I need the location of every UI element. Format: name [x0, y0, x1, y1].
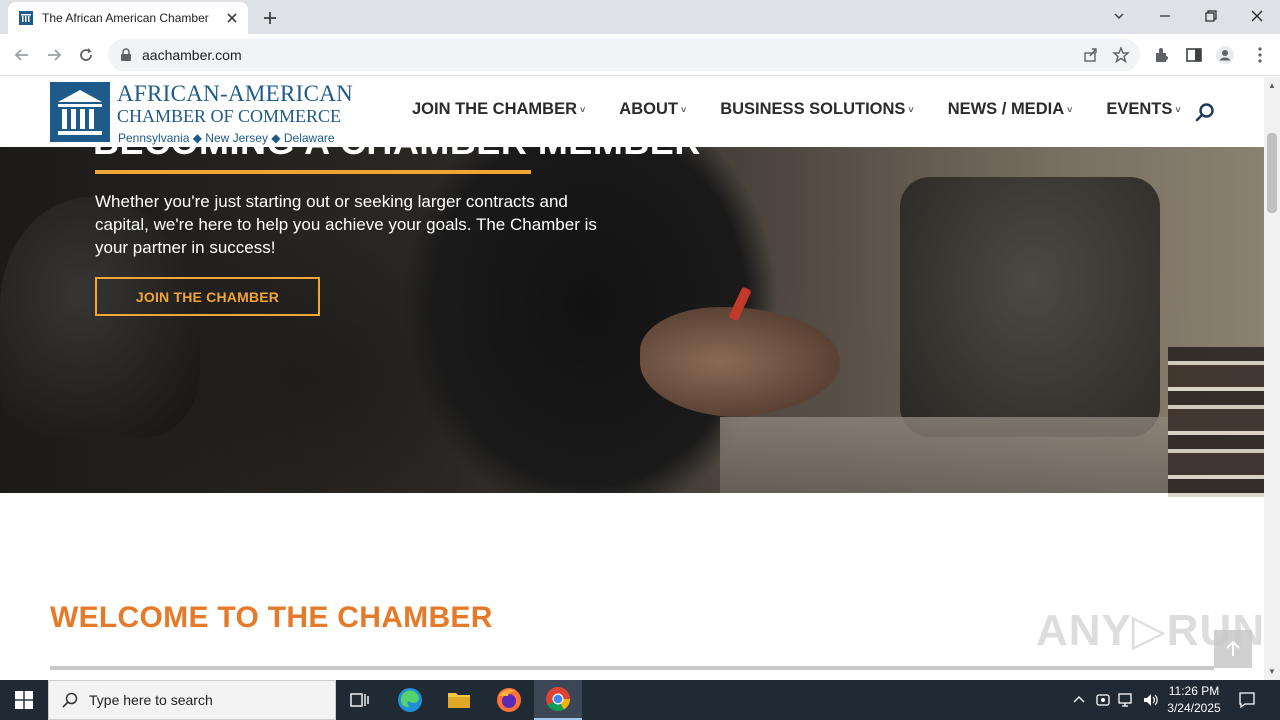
volume-icon[interactable]	[1142, 692, 1160, 708]
tab-search-icon[interactable]	[1105, 4, 1133, 28]
page-scrollbar[interactable]: ▲ ▼	[1264, 77, 1280, 680]
site-search-icon[interactable]	[1194, 102, 1216, 124]
bookmark-star-icon[interactable]	[1112, 46, 1130, 64]
edge-taskbar-button[interactable]	[386, 680, 434, 720]
welcome-divider	[50, 666, 1214, 670]
task-view-button[interactable]	[336, 680, 384, 720]
hero-photo-hands	[640, 307, 840, 417]
nav-label: BUSINESS SOLUTIONS	[720, 100, 906, 118]
nav-label: JOIN THE CHAMBER	[412, 100, 578, 118]
window-close-icon[interactable]	[1243, 4, 1271, 28]
scroll-to-top-button[interactable]	[1214, 630, 1252, 668]
main-navigation: JOIN THE CHAMBER ˅ ABOUT ˅ BUSINESS SOLUTI…	[412, 100, 1181, 119]
firefox-taskbar-button[interactable]	[485, 680, 533, 720]
chevron-down-icon: ˅	[908, 104, 914, 115]
join-chamber-button[interactable]: JOIN THE CHAMBER	[95, 277, 320, 316]
chevron-down-icon: ˅	[580, 104, 586, 115]
arrow-up-icon	[1226, 640, 1240, 656]
profile-avatar-icon[interactable]	[1215, 45, 1235, 65]
tab-close-icon[interactable]	[224, 10, 240, 26]
back-icon[interactable]	[12, 45, 32, 65]
browser-tab[interactable]: The African American Chamber	[8, 2, 248, 34]
restore-icon[interactable]	[1197, 4, 1225, 28]
tab-title: The African American Chamber	[42, 11, 209, 25]
hero-photo-books	[1168, 347, 1264, 497]
search-icon	[62, 692, 78, 708]
site-favicon-icon	[19, 11, 33, 25]
chevron-down-icon: ˅	[1175, 104, 1181, 115]
chamber-building-icon	[50, 82, 110, 142]
browser-toolbar: aachamber.com	[0, 34, 1280, 76]
nav-label: EVENTS	[1106, 100, 1173, 118]
taskbar-clock[interactable]: 11:26 PM 3/24/2025	[1162, 683, 1226, 717]
minimize-icon[interactable]	[1151, 4, 1179, 28]
nav-events[interactable]: EVENTS ˅	[1106, 100, 1180, 119]
nav-news-media[interactable]: NEWS / MEDIA ˅	[948, 100, 1073, 119]
site-logo[interactable]: AFRICAN-AMERICAN CHAMBER OF COMMERCE Pen…	[50, 81, 370, 145]
folder-icon	[448, 693, 470, 708]
chrome-icon	[546, 687, 570, 712]
scrollbar-thumb[interactable]	[1267, 133, 1277, 213]
file-explorer-taskbar-button[interactable]	[435, 680, 483, 720]
forward-icon[interactable]	[44, 45, 64, 65]
reload-icon[interactable]	[76, 45, 96, 65]
notifications-icon[interactable]	[1238, 691, 1256, 709]
hero-photo-sofa	[900, 177, 1160, 437]
scroll-up-arrow-icon[interactable]: ▲	[1268, 81, 1276, 90]
clock-time: 11:26 PM	[1168, 684, 1220, 698]
share-icon[interactable]	[1082, 46, 1100, 64]
address-bar[interactable]: aachamber.com	[108, 39, 1140, 71]
scroll-down-arrow-icon[interactable]: ▼	[1268, 667, 1276, 676]
start-button[interactable]	[0, 680, 48, 720]
logo-states: Pennsylvania ◆ New Jersey ◆ Delaware	[118, 131, 335, 145]
nav-label: ABOUT	[619, 100, 678, 118]
logo-line-2: CHAMBER OF COMMERCE	[117, 106, 342, 126]
firefox-icon	[497, 688, 521, 712]
site-header: AFRICAN-AMERICAN CHAMBER OF COMMERCE Pen…	[0, 77, 1264, 147]
extensions-icon[interactable]	[1152, 45, 1172, 65]
chevron-down-icon: ˅	[680, 104, 687, 115]
lock-icon[interactable]	[120, 48, 132, 62]
meet-now-icon[interactable]	[1095, 692, 1111, 708]
hero-description: Whether you're just starting out or seek…	[95, 192, 597, 257]
url-text[interactable]: aachamber.com	[142, 47, 242, 63]
windows-taskbar: Type here to search 11:26 PM 3/24/2025	[0, 680, 1280, 720]
task-view-icon	[350, 693, 369, 707]
edge-icon	[398, 688, 422, 712]
new-tab-icon[interactable]	[260, 8, 280, 28]
chevron-down-icon: ˅	[1067, 104, 1073, 115]
nav-join-the-chamber[interactable]: JOIN THE CHAMBER ˅	[412, 100, 585, 119]
logo-line-1: AFRICAN-AMERICAN	[117, 81, 354, 106]
nav-label: NEWS / MEDIA	[947, 100, 1065, 118]
side-panel-icon[interactable]	[1184, 45, 1204, 65]
network-icon[interactable]	[1118, 692, 1136, 708]
nav-business-solutions[interactable]: BUSINESS SOLUTIONS ˅	[720, 100, 913, 119]
browser-menu-icon[interactable]	[1250, 45, 1270, 65]
tray-overflow-chevron-icon[interactable]	[1072, 693, 1086, 707]
taskbar-search-placeholder: Type here to search	[89, 692, 213, 708]
nav-about[interactable]: ABOUT ˅	[619, 100, 686, 119]
chrome-taskbar-button[interactable]	[534, 680, 582, 720]
clock-date: 3/24/2025	[1167, 701, 1221, 715]
browser-tabbar: The African American Chamber	[0, 0, 1280, 34]
welcome-heading: WELCOME TO THE CHAMBER	[50, 601, 493, 634]
windows-logo-icon	[15, 691, 33, 709]
taskbar-search-box[interactable]: Type here to search	[48, 680, 336, 720]
hero-accent-rule	[95, 170, 531, 174]
page-viewport: BECOMING A CHAMBER MEMBER Whether you're…	[0, 77, 1264, 680]
